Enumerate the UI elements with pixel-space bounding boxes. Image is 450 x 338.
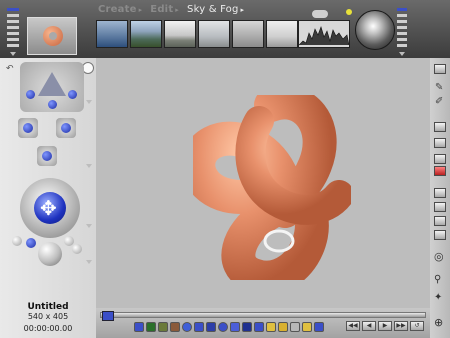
playback-controls: ◀◀ ◀ ▶ ▶▶ ↺ — [346, 321, 424, 331]
tab-create[interactable]: Create ▸ — [98, 4, 142, 15]
sky-preset-4[interactable] — [198, 20, 230, 48]
tool-group-icon[interactable] — [434, 188, 446, 198]
step-forward-icon[interactable]: ▶▶ — [394, 321, 408, 331]
object-pyramid-icon[interactable] — [242, 322, 252, 332]
globe-icon[interactable]: ◎ — [434, 250, 444, 263]
app-window: Create ▸ Edit ▸ Sky & Fog ▸ ↶ ✥ Untitled… — [0, 0, 450, 338]
object-cone-icon[interactable] — [230, 322, 240, 332]
move-menu-icon[interactable] — [86, 224, 92, 228]
object-cube-icon[interactable] — [194, 322, 204, 332]
tool-red-icon[interactable] — [434, 166, 446, 176]
object-light-icon[interactable] — [278, 322, 288, 332]
bottom-toolbar: ◀◀ ◀ ▶ ▶▶ ↺ — [96, 308, 430, 338]
magic-icon[interactable]: ✦ — [434, 292, 442, 303]
object-torus-icon[interactable] — [218, 322, 228, 332]
tool-align-icon[interactable] — [434, 202, 446, 212]
brush-icon[interactable]: ✎ — [435, 82, 443, 93]
object-thumbnail[interactable] — [27, 17, 77, 55]
object-plane-icon[interactable] — [134, 322, 144, 332]
pan-menu-icon[interactable] — [86, 164, 92, 168]
object-palette — [134, 321, 324, 333]
sky-preset-1[interactable] — [96, 20, 128, 48]
object-sphere-icon[interactable] — [182, 322, 192, 332]
camera-trackball-icon[interactable] — [20, 62, 84, 112]
timeline-handle[interactable] — [102, 311, 114, 321]
sky-preset-3[interactable] — [164, 20, 196, 48]
sky-preset-2[interactable] — [130, 20, 162, 48]
left-control-panel: ↶ ✥ Untitled 540 x 405 00:00:00.00 — [0, 58, 96, 338]
paint-icon[interactable]: ✐ — [435, 96, 443, 107]
sky-presets — [96, 20, 298, 48]
object-cylinder-icon[interactable] — [206, 322, 216, 332]
object-bulb-icon[interactable] — [302, 322, 312, 332]
render-canvas[interactable] — [96, 58, 430, 308]
move-arrows-icon[interactable]: ✥ — [20, 178, 80, 238]
step-back-icon[interactable]: ◀ — [362, 321, 376, 331]
meter-down-icon[interactable] — [10, 52, 16, 56]
torus-knot-object[interactable] — [193, 95, 351, 280]
sun-icon[interactable] — [346, 9, 352, 15]
target-icon[interactable]: ⊕ — [434, 316, 443, 329]
object-group-icon[interactable] — [290, 322, 300, 332]
undo-icon[interactable]: ↶ — [6, 64, 14, 74]
tool-layer-icon[interactable] — [434, 216, 446, 226]
zoom-icon[interactable]: ⚲ — [434, 274, 441, 285]
tab-sky-fog[interactable]: Sky & Fog ▸ — [187, 4, 244, 15]
tool-cube-icon[interactable] — [434, 122, 446, 132]
pan-left-icon[interactable] — [14, 114, 42, 142]
histogram-icon — [298, 21, 350, 47]
play-icon[interactable]: ▶ — [378, 321, 392, 331]
right-level-meter[interactable] — [397, 8, 407, 54]
loop-icon[interactable]: ↺ — [410, 321, 424, 331]
object-camera-icon[interactable] — [314, 322, 324, 332]
mode-tabs: Create ▸ Edit ▸ Sky & Fog ▸ — [98, 2, 244, 16]
histogram-preset[interactable] — [298, 20, 350, 48]
pan-down-icon[interactable] — [33, 142, 61, 170]
scene-title: Untitled — [27, 302, 69, 312]
tool-stack-icon[interactable] — [434, 230, 446, 240]
camera-menu-icon[interactable] — [86, 100, 92, 104]
knot-thumbnail-icon — [43, 26, 63, 46]
object-terrain-icon[interactable] — [146, 322, 156, 332]
object-primitive-icon[interactable] — [254, 322, 264, 332]
object-rock-icon[interactable] — [170, 322, 180, 332]
object-text-icon[interactable] — [266, 322, 276, 332]
top-bar: Create ▸ Edit ▸ Sky & Fog ▸ — [0, 0, 450, 58]
tab-edit[interactable]: Edit ▸ — [150, 4, 179, 15]
timeline-track[interactable] — [100, 312, 426, 318]
tool-bar-icon[interactable] — [434, 64, 446, 74]
scene-time: 00:00:00.00 — [23, 324, 73, 333]
sky-preset-6[interactable] — [266, 20, 298, 48]
sky-preset-5[interactable] — [232, 20, 264, 48]
right-toolbar: ✎ ✐ ◎ ⚲ ✦ ⊕ — [430, 58, 450, 338]
light-menu-icon[interactable] — [86, 260, 92, 264]
tool-terrain-icon[interactable] — [434, 154, 446, 164]
rewind-icon[interactable]: ◀◀ — [346, 321, 360, 331]
scene-size: 540 x 405 — [27, 312, 69, 321]
tool-material-icon[interactable] — [434, 138, 446, 148]
light-icon[interactable] — [12, 234, 82, 274]
meter-down-icon[interactable] — [399, 52, 405, 56]
left-level-meter[interactable] — [7, 8, 19, 54]
sphere-preview[interactable] — [355, 10, 395, 50]
cloud-icon[interactable] — [312, 10, 328, 18]
object-tree-icon[interactable] — [158, 322, 168, 332]
pan-right-icon[interactable] — [52, 114, 80, 142]
